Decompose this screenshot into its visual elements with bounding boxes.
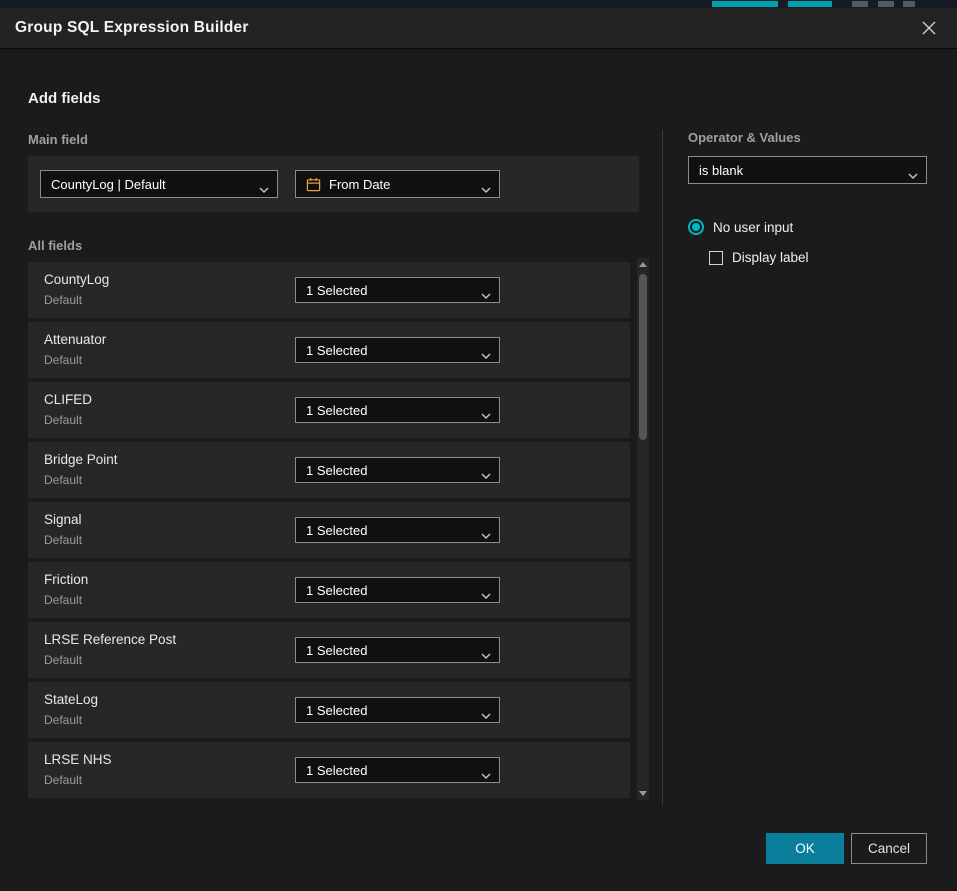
field-selected-dropdown[interactable]: 1 Selected <box>295 337 500 363</box>
field-row: Attenuator Default 1 Selected <box>28 322 630 378</box>
field-name: Friction <box>44 572 88 587</box>
field-subtitle: Default <box>44 593 82 607</box>
field-name: StateLog <box>44 692 98 707</box>
chevron-down-icon <box>481 407 491 422</box>
chevron-down-icon <box>481 467 491 482</box>
field-selected-value: 1 Selected <box>306 403 367 418</box>
chevron-down-icon <box>481 347 491 362</box>
field-row: Friction Default 1 Selected <box>28 562 630 618</box>
field-name: CLIFED <box>44 392 92 407</box>
field-subtitle: Default <box>44 413 82 427</box>
main-field-source-value: CountyLog | Default <box>51 177 166 192</box>
chevron-down-icon <box>908 167 918 182</box>
fields-scrollbar[interactable] <box>637 258 649 800</box>
field-selected-dropdown[interactable]: 1 Selected <box>295 697 500 723</box>
chevron-down-icon <box>481 287 491 302</box>
field-row: LRSE NHS Default 1 Selected <box>28 742 630 798</box>
main-field-field-dropdown[interactable]: From Date <box>295 170 500 198</box>
field-name: LRSE NHS <box>44 752 112 767</box>
all-fields-label: All fields <box>28 238 82 253</box>
field-subtitle: Default <box>44 293 82 307</box>
field-selected-value: 1 Selected <box>306 763 367 778</box>
add-fields-heading: Add fields <box>28 90 101 107</box>
operator-values-label: Operator & Values <box>688 130 801 145</box>
checkbox-unchecked-icon <box>709 251 723 265</box>
field-selected-value: 1 Selected <box>306 343 367 358</box>
close-icon[interactable] <box>916 15 942 41</box>
chevron-down-icon <box>481 767 491 782</box>
field-subtitle: Default <box>44 353 82 367</box>
field-row: CountyLog Default 1 Selected <box>28 262 630 318</box>
field-row: LRSE Reference Post Default 1 Selected <box>28 622 630 678</box>
main-field-label: Main field <box>28 132 88 147</box>
backdrop-icon-fragment <box>878 1 894 7</box>
no-user-input-radio[interactable]: No user input <box>688 219 793 235</box>
calendar-icon <box>306 177 321 192</box>
radio-selected-icon <box>688 219 704 235</box>
field-name: CountyLog <box>44 272 109 287</box>
all-fields-list: CountyLog Default 1 Selected Attenuator … <box>28 262 630 798</box>
field-name: LRSE Reference Post <box>44 632 176 647</box>
field-subtitle: Default <box>44 713 82 727</box>
field-selected-dropdown[interactable]: 1 Selected <box>295 457 500 483</box>
field-selected-value: 1 Selected <box>306 703 367 718</box>
field-selected-value: 1 Selected <box>306 643 367 658</box>
field-selected-dropdown[interactable]: 1 Selected <box>295 397 500 423</box>
backdrop-link-fragment <box>788 1 832 7</box>
panel-divider <box>662 130 663 805</box>
field-row: StateLog Default 1 Selected <box>28 682 630 738</box>
group-sql-expression-builder-dialog: Group SQL Expression Builder Add fields … <box>0 8 957 891</box>
background-app-strip <box>0 0 957 8</box>
cancel-button[interactable]: Cancel <box>851 833 927 864</box>
field-selected-dropdown[interactable]: 1 Selected <box>295 637 500 663</box>
main-field-field-value: From Date <box>329 177 390 192</box>
ok-button[interactable]: OK <box>766 833 844 864</box>
backdrop-icon-fragment <box>852 1 868 7</box>
field-selected-dropdown[interactable]: 1 Selected <box>295 277 500 303</box>
field-row: CLIFED Default 1 Selected <box>28 382 630 438</box>
scrollbar-up-icon[interactable] <box>639 262 647 267</box>
field-selected-value: 1 Selected <box>306 583 367 598</box>
chevron-down-icon <box>481 587 491 602</box>
field-selected-value: 1 Selected <box>306 523 367 538</box>
field-subtitle: Default <box>44 653 82 667</box>
field-row: Bridge Point Default 1 Selected <box>28 442 630 498</box>
backdrop-link-fragment <box>712 1 778 7</box>
radio-label: No user input <box>713 220 793 235</box>
field-subtitle: Default <box>44 473 82 487</box>
field-row: Signal Default 1 Selected <box>28 502 630 558</box>
chevron-down-icon <box>481 181 491 196</box>
checkbox-label: Display label <box>732 250 809 265</box>
operator-value: is blank <box>699 163 743 178</box>
scrollbar-down-icon[interactable] <box>639 791 647 796</box>
dialog-title: Group SQL Expression Builder <box>15 19 249 37</box>
field-selected-dropdown[interactable]: 1 Selected <box>295 757 500 783</box>
display-label-checkbox[interactable]: Display label <box>709 250 809 265</box>
backdrop-icon-fragment <box>903 1 915 7</box>
chevron-down-icon <box>481 527 491 542</box>
field-selected-value: 1 Selected <box>306 463 367 478</box>
field-name: Signal <box>44 512 82 527</box>
field-name: Bridge Point <box>44 452 118 467</box>
operator-dropdown[interactable]: is blank <box>688 156 927 184</box>
screen: Group SQL Expression Builder Add fields … <box>0 0 957 891</box>
field-subtitle: Default <box>44 773 82 787</box>
field-name: Attenuator <box>44 332 106 347</box>
chevron-down-icon <box>481 707 491 722</box>
chevron-down-icon <box>259 181 269 196</box>
field-selected-value: 1 Selected <box>306 283 367 298</box>
main-field-source-dropdown[interactable]: CountyLog | Default <box>40 170 278 198</box>
dialog-titlebar: Group SQL Expression Builder <box>0 8 957 49</box>
chevron-down-icon <box>481 647 491 662</box>
scrollbar-thumb[interactable] <box>639 274 647 440</box>
field-selected-dropdown[interactable]: 1 Selected <box>295 517 500 543</box>
main-field-panel: CountyLog | Default From Date <box>28 156 639 212</box>
field-selected-dropdown[interactable]: 1 Selected <box>295 577 500 603</box>
field-subtitle: Default <box>44 533 82 547</box>
